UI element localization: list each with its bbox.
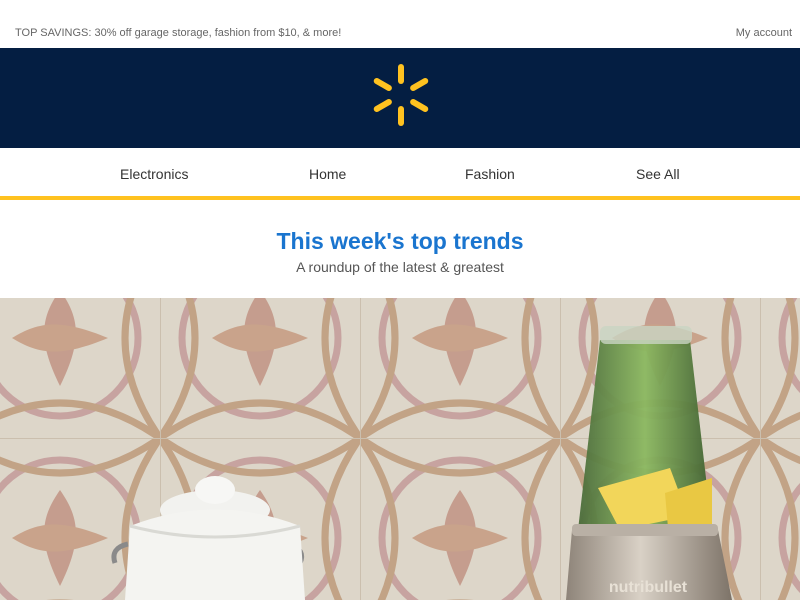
nav-item-fashion[interactable]: Fashion <box>465 166 515 182</box>
top-promo-bar: TOP SAVINGS: 30% off garage storage, fas… <box>0 0 800 48</box>
nav-item-see-all[interactable]: See All <box>636 166 680 182</box>
blender-brand-text: nutribullet <box>609 579 688 596</box>
my-account-link[interactable]: My account <box>736 27 792 39</box>
kitchen-product-photo: nutribullet <box>0 298 800 600</box>
hero-subtitle: A roundup of the latest & greatest <box>296 259 504 275</box>
spark-logo-icon[interactable] <box>372 63 430 127</box>
promo-text: TOP SAVINGS: 30% off garage storage, fas… <box>15 27 342 39</box>
hero-image[interactable]: nutribullet <box>0 298 800 600</box>
hero-title: This week's top trends <box>276 228 524 254</box>
nav-item-home[interactable]: Home <box>309 166 346 182</box>
brand-header <box>0 48 800 148</box>
category-nav: Electronics Home Fashion See All <box>0 148 800 200</box>
nav-item-electronics[interactable]: Electronics <box>120 166 188 182</box>
